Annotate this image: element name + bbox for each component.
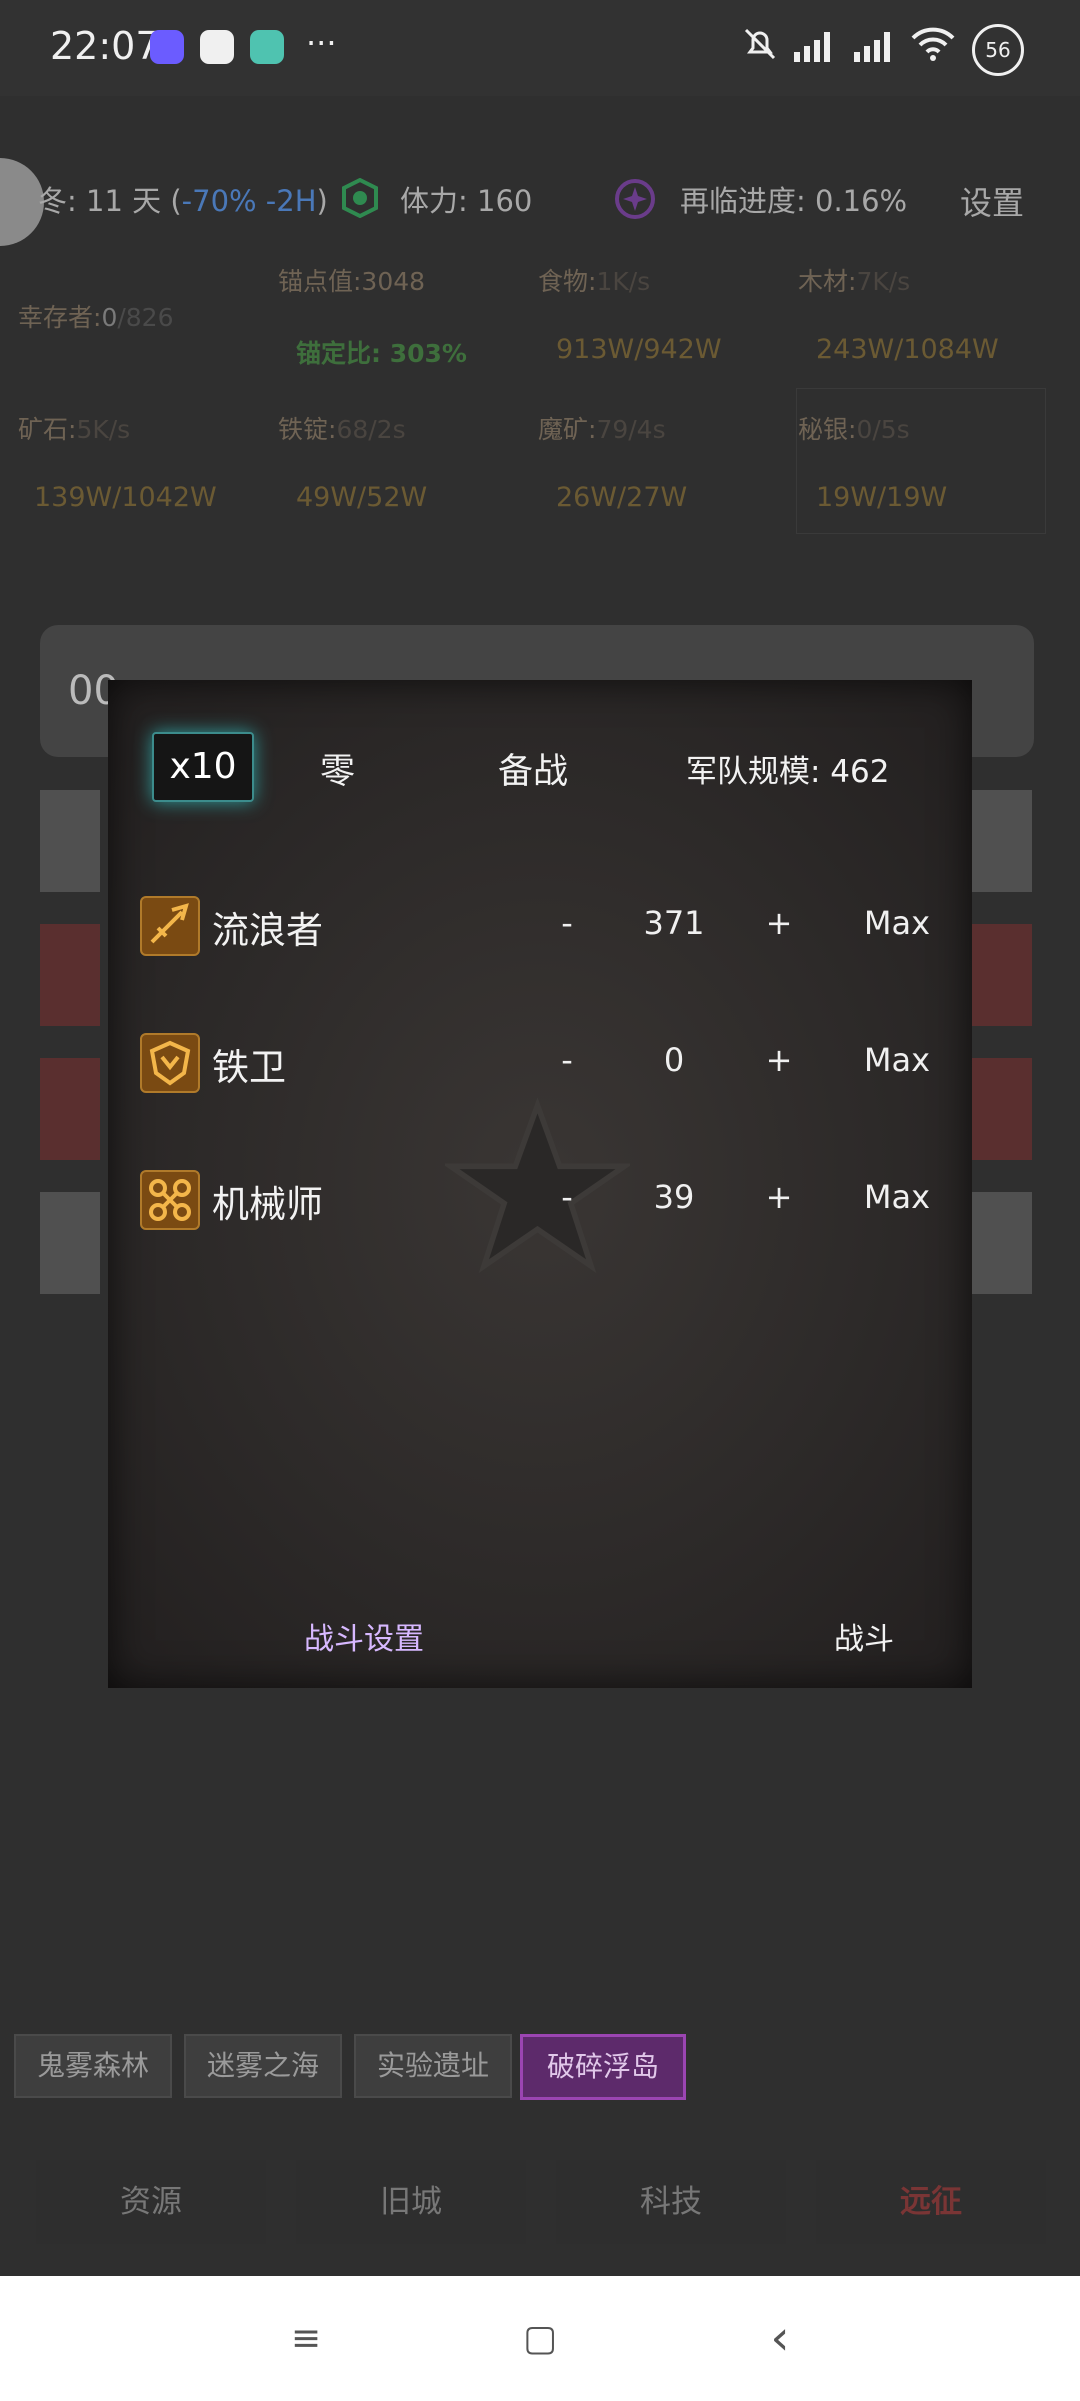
food-amount: 913W/942W [556, 334, 722, 365]
max-button[interactable]: Max [862, 1178, 932, 1216]
chat-notification-icon [200, 30, 234, 64]
wanderer-icon [140, 896, 200, 956]
silver-label: 秘银:0/5s [798, 415, 910, 444]
zero-button[interactable]: 零 [320, 743, 355, 794]
ingot-amount: 49W/52W [296, 482, 428, 513]
background-button [40, 1192, 100, 1294]
status-time: 22:07 [50, 24, 160, 68]
nav-tab[interactable]: 科技 [556, 2160, 786, 2244]
battery-indicator: 56 [972, 24, 1024, 76]
increase-button[interactable]: + [764, 904, 794, 942]
iron-guard-icon [140, 1033, 200, 1093]
game-notification-icon [250, 30, 284, 64]
unit-name-mechanic: 机械师 [212, 1183, 323, 1226]
nav-tab[interactable]: 旧城 [296, 2160, 526, 2244]
settings-link[interactable]: 设置 [960, 178, 1024, 224]
decrease-button[interactable]: - [552, 1041, 582, 1079]
menu-icon[interactable]: ≡ [286, 2318, 326, 2359]
increase-button[interactable]: + [764, 1041, 794, 1079]
decrease-button[interactable]: - [552, 1178, 582, 1216]
unit-count: 371 [643, 904, 705, 942]
wood-label: 木材:7K/s [798, 267, 911, 296]
anchor-ratio: 锚定比: 303% [296, 339, 467, 368]
mechanic-icon [140, 1170, 200, 1230]
increase-button[interactable]: + [764, 1178, 794, 1216]
progress-icon [614, 178, 656, 220]
nav-tab[interactable]: 资源 [36, 2160, 266, 2244]
prepare-button[interactable]: 备战 [498, 743, 568, 794]
region-tab-active[interactable]: 破碎浮岛 [520, 2034, 686, 2100]
ore-label: 矿石:5K/s [18, 415, 131, 444]
more-notifications-icon: ··· [306, 24, 337, 62]
unit-count: 0 [663, 1041, 685, 1079]
max-button[interactable]: Max [862, 904, 932, 942]
battle-settings-button[interactable]: 战斗设置 [304, 1614, 424, 1658]
army-size: 军队规模: 462 [686, 754, 890, 790]
region-tab[interactable]: 实验遗址 [354, 2034, 512, 2098]
region-tab[interactable]: 鬼雾森林 [14, 2034, 172, 2098]
food-label: 食物:1K/s [538, 267, 651, 296]
background-button [972, 924, 1032, 1026]
multiplier-button[interactable]: x10 [152, 732, 254, 802]
season-status: 冬: 11 天 (-70% -2H) [38, 184, 328, 218]
background-button [40, 924, 100, 1026]
ingot-label: 铁锭:68/2s [278, 415, 406, 444]
wifi-icon [908, 24, 958, 72]
background-button [972, 1192, 1032, 1294]
anchor-value: 锚点值:3048 [278, 267, 426, 296]
app-notification-icon [150, 30, 184, 64]
battle-button[interactable]: 战斗 [834, 1614, 894, 1658]
mute-icon [740, 24, 780, 72]
star-emblem-icon [441, 1096, 634, 1281]
background-button [40, 1058, 100, 1160]
wood-amount: 243W/1084W [816, 334, 999, 365]
unit-count: 39 [653, 1178, 695, 1216]
unit-name-iron-guard: 铁卫 [212, 1046, 286, 1089]
magic-ore-label: 魔矿:79/4s [538, 415, 666, 444]
progress-value: 再临进度: 0.16% [680, 184, 908, 218]
back-icon[interactable]: ‹ [760, 2310, 800, 2366]
background-button [40, 790, 100, 892]
stamina-value: 体力: 160 [400, 184, 533, 218]
home-icon[interactable]: ▢ [520, 2318, 560, 2359]
ore-amount: 139W/1042W [34, 482, 217, 513]
region-tab[interactable]: 迷雾之海 [184, 2034, 342, 2098]
survivors: 幸存者:0/826 [18, 303, 174, 332]
silver-amount: 19W/19W [816, 482, 948, 513]
signal-2-icon [850, 24, 906, 72]
decrease-button[interactable]: - [552, 904, 582, 942]
background-button [972, 790, 1032, 892]
stamina-icon [340, 177, 380, 219]
max-button[interactable]: Max [862, 1041, 932, 1079]
magic-ore-amount: 26W/27W [556, 482, 688, 513]
unit-name-wanderer: 流浪者 [212, 909, 323, 952]
signal-icon [790, 24, 846, 72]
nav-tab-active[interactable]: 远征 [816, 2160, 1046, 2244]
background-button [972, 1058, 1032, 1160]
